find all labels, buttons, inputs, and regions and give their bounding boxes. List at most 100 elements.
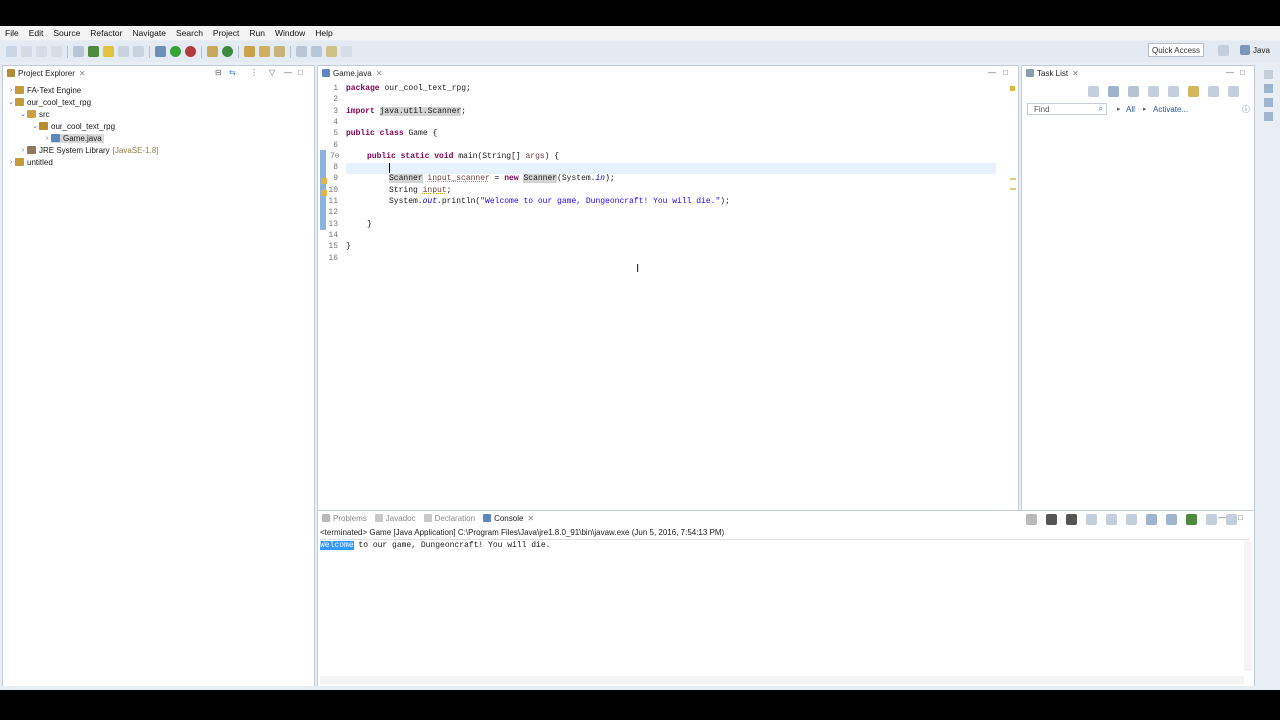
- quick-access-field[interactable]: Quick Access: [1148, 43, 1204, 57]
- outline-icon[interactable]: [1263, 84, 1273, 93]
- word-wrap-icon[interactable]: [1126, 514, 1137, 525]
- clear-console-icon[interactable]: [1086, 514, 1097, 525]
- close-icon[interactable]: ✕: [527, 514, 534, 523]
- menu-help[interactable]: Help: [310, 28, 337, 38]
- expand-arrow-icon[interactable]: ›: [7, 87, 15, 94]
- minimize-icon[interactable]: —: [988, 68, 996, 77]
- maximize-icon[interactable]: □: [298, 68, 303, 77]
- maximize-icon[interactable]: □: [1238, 513, 1243, 522]
- back-icon[interactable]: [326, 46, 337, 57]
- console-vertical-scrollbar[interactable]: [1244, 541, 1252, 671]
- tab-project-explorer[interactable]: Project Explorer ✕: [3, 66, 90, 80]
- overview-marker[interactable]: [1010, 178, 1016, 180]
- overview-warning-icon[interactable]: [1010, 86, 1015, 91]
- toggle-mark-icon[interactable]: [118, 46, 129, 57]
- search-icon[interactable]: [274, 46, 285, 57]
- collapse-all-icon[interactable]: ⊟: [215, 68, 222, 77]
- filter-icon[interactable]: ⋮: [250, 68, 258, 77]
- code-line-11[interactable]: System.out.println("Welcome to our game,…: [389, 196, 730, 207]
- minimize-icon[interactable]: —: [1218, 513, 1226, 522]
- scroll-lock-icon[interactable]: [1106, 514, 1117, 525]
- tree-item-fa-text-engine[interactable]: › FA-Text Engine: [7, 84, 81, 96]
- prev-annotation-icon[interactable]: [311, 46, 322, 57]
- show-stdout-icon[interactable]: [1146, 514, 1157, 525]
- close-icon[interactable]: ✕: [79, 69, 86, 78]
- new-icon[interactable]: [6, 46, 17, 57]
- categorized-icon[interactable]: [1108, 86, 1119, 97]
- minimize-icon[interactable]: —: [1226, 68, 1234, 77]
- scheduled-icon[interactable]: [1128, 86, 1139, 97]
- view-menu-icon[interactable]: [1228, 86, 1239, 97]
- menu-source[interactable]: Source: [48, 28, 85, 38]
- code-line-13[interactable]: }: [367, 219, 372, 230]
- close-icon[interactable]: ✕: [376, 69, 383, 78]
- remove-launch-icon[interactable]: [1046, 514, 1057, 525]
- code-line-5[interactable]: public class Game {: [346, 128, 437, 139]
- close-icon[interactable]: ✕: [1072, 69, 1079, 78]
- show-whitespace-icon[interactable]: [133, 46, 144, 57]
- tab-problems[interactable]: Problems: [318, 511, 371, 525]
- debug-icon[interactable]: [155, 46, 166, 57]
- menu-search[interactable]: Search: [171, 28, 208, 38]
- highlight-icon[interactable]: [103, 46, 114, 57]
- menu-window[interactable]: Window: [270, 28, 310, 38]
- filter-icon[interactable]: [1208, 86, 1219, 97]
- open-perspective-button[interactable]: [1218, 43, 1229, 57]
- run-icon[interactable]: [170, 46, 181, 57]
- tab-declaration[interactable]: Declaration: [420, 511, 479, 525]
- expand-arrow-icon[interactable]: ›: [19, 147, 27, 154]
- task-find-input[interactable]: Find ⌕: [1027, 103, 1107, 115]
- collapse-arrow-icon[interactable]: ⌄: [19, 110, 27, 118]
- expand-arrow-icon[interactable]: ›: [7, 159, 15, 166]
- next-annotation-icon[interactable]: [296, 46, 307, 57]
- link-editor-icon[interactable]: ⇆: [229, 68, 236, 77]
- members-icon[interactable]: [1263, 112, 1273, 121]
- focus-icon[interactable]: [1188, 86, 1199, 97]
- menu-refactor[interactable]: Refactor: [85, 28, 127, 38]
- new-task-icon[interactable]: [1088, 86, 1099, 97]
- menu-run[interactable]: Run: [244, 28, 270, 38]
- code-line-3[interactable]: import java.util.Scanner;: [346, 106, 466, 117]
- hierarchy-icon[interactable]: [1263, 98, 1273, 107]
- all-tasks-link[interactable]: All: [1126, 105, 1135, 114]
- view-menu-icon[interactable]: ▽: [269, 68, 275, 77]
- minimize-icon[interactable]: —: [284, 68, 292, 77]
- coverage-icon[interactable]: [185, 46, 196, 57]
- code-line-10[interactable]: String input;: [389, 185, 451, 196]
- restore-icon[interactable]: [1263, 70, 1273, 79]
- show-stderr-icon[interactable]: [1166, 514, 1177, 525]
- tree-item-src[interactable]: ⌄ src: [19, 108, 50, 120]
- new-class-icon[interactable]: [222, 46, 233, 57]
- maximize-icon[interactable]: □: [1003, 68, 1008, 77]
- console-output[interactable]: Welcome to our game, Dungeoncraft! You w…: [320, 541, 550, 550]
- tree-item-game-java[interactable]: › Game.java: [43, 132, 104, 144]
- open-type-icon[interactable]: [244, 46, 255, 57]
- console-horizontal-scrollbar[interactable]: [320, 676, 1244, 684]
- collapse-arrow-icon[interactable]: ⌄: [31, 122, 39, 130]
- menu-project[interactable]: Project: [208, 28, 244, 38]
- code-line-15[interactable]: }: [346, 241, 351, 252]
- synchronize-icon[interactable]: [1168, 86, 1179, 97]
- tab-javadoc[interactable]: Javadoc: [371, 511, 420, 525]
- menu-edit[interactable]: Edit: [24, 28, 49, 38]
- display-console-icon[interactable]: [1206, 514, 1217, 525]
- maximize-icon[interactable]: □: [1240, 68, 1245, 77]
- save-icon[interactable]: [36, 46, 47, 57]
- activate-link[interactable]: Activate...: [1153, 105, 1188, 114]
- java-perspective-button[interactable]: Java: [1240, 43, 1270, 57]
- help-icon[interactable]: ⓘ: [1242, 104, 1250, 115]
- tree-item-untitled[interactable]: › untitled: [7, 156, 53, 168]
- collapse-arrow-icon[interactable]: ⌄: [7, 98, 15, 106]
- new-package-icon[interactable]: [207, 46, 218, 57]
- collapse-all-icon[interactable]: [1148, 86, 1159, 97]
- open-icon[interactable]: [21, 46, 32, 57]
- terminate-icon[interactable]: [1026, 514, 1037, 525]
- tree-item-our-cool-text-rpg[interactable]: ⌄ our_cool_text_rpg: [7, 96, 91, 108]
- forward-icon[interactable]: [341, 46, 352, 57]
- code-line-9[interactable]: Scanner input_scanner = new Scanner(Syst…: [389, 173, 615, 184]
- open-task-icon[interactable]: [259, 46, 270, 57]
- pin-icon[interactable]: [88, 46, 99, 57]
- tree-item-jre-library[interactable]: › JRE System Library [JavaSE-1.8]: [19, 144, 159, 156]
- code-line-7[interactable]: public static void main(String[] args) {: [367, 151, 559, 162]
- overview-marker[interactable]: [1010, 188, 1016, 190]
